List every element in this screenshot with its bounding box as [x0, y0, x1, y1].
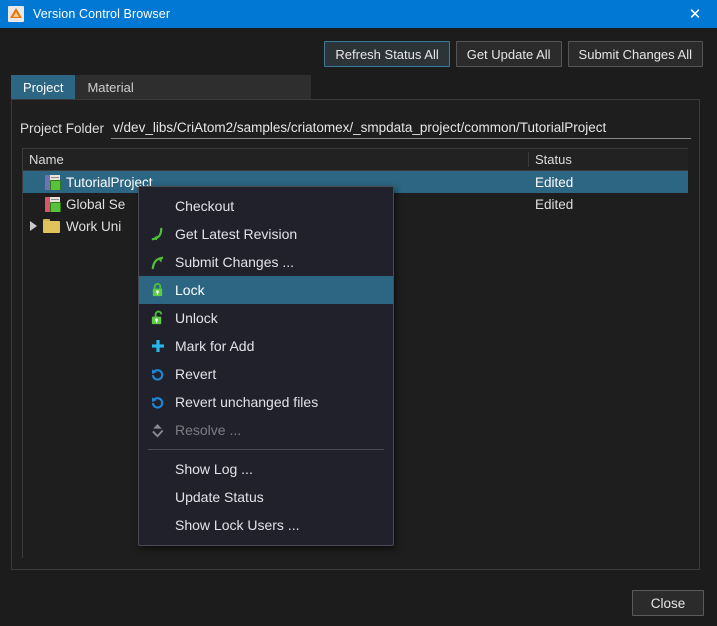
tab-material[interactable]: Material [75, 75, 146, 99]
lock-open-green-icon [147, 309, 168, 327]
menu-item-get-latest-revision[interactable]: Get Latest Revision [139, 220, 393, 248]
tree-header: Name Status [23, 149, 688, 171]
no-icon [147, 460, 168, 478]
menu-item-checkout[interactable]: Checkout [139, 192, 393, 220]
menu-item-label: Update Status [175, 489, 264, 505]
menu-item-label: Get Latest Revision [175, 226, 298, 242]
row-status-cell: Edited [535, 174, 574, 190]
no-icon [147, 197, 168, 215]
close-icon[interactable]: ✕ [673, 0, 717, 28]
window-title: Version Control Browser [33, 7, 171, 21]
resolve-grey-icon [147, 421, 168, 439]
menu-item-label: Unlock [175, 310, 218, 326]
menu-item-label: Show Log ... [175, 461, 253, 477]
menu-item-mark-for-add[interactable]: Mark for Add [139, 332, 393, 360]
get-update-all-button[interactable]: Get Update All [455, 41, 562, 67]
menu-item-revert[interactable]: Revert [139, 360, 393, 388]
revert-blue-icon [147, 365, 168, 383]
no-icon [147, 516, 168, 534]
tab-strip: Project Material [11, 75, 311, 99]
arrow-down-green-icon [147, 225, 168, 243]
menu-item-show-log[interactable]: Show Log ... [139, 455, 393, 483]
menu-item-show-lock-users[interactable]: Show Lock Users ... [139, 511, 393, 539]
menu-item-label: Submit Changes ... [175, 254, 295, 270]
menu-item-resolve: Resolve ... [139, 416, 393, 444]
context-menu: Checkout Get Latest Revision Submit Chan… [138, 186, 394, 546]
title-bar: Version Control Browser ✕ [0, 0, 717, 28]
close-button[interactable]: Close [632, 590, 704, 616]
column-header-status[interactable]: Status [529, 152, 688, 167]
menu-item-submit-changes[interactable]: Submit Changes ... [139, 248, 393, 276]
menu-item-revert-unchanged-files[interactable]: Revert unchanged files [139, 388, 393, 416]
lock-closed-green-icon [147, 281, 168, 299]
menu-item-lock[interactable]: Lock [139, 276, 393, 304]
project-folder-label: Project Folder [20, 120, 105, 136]
plus-cyan-icon [147, 337, 168, 355]
no-icon [147, 488, 168, 506]
settings-book-icon [45, 196, 61, 212]
menu-separator [148, 449, 384, 450]
expand-arrow-icon[interactable] [23, 221, 43, 231]
version-control-browser-window: Version Control Browser ✕ Refresh Status… [0, 0, 717, 626]
tab-strip-filler [145, 75, 311, 99]
row-name-label: Global Se [66, 196, 126, 212]
folder-icon [43, 219, 60, 233]
refresh-status-all-button[interactable]: Refresh Status All [324, 41, 450, 67]
menu-item-label: Revert unchanged files [175, 394, 319, 410]
menu-item-unlock[interactable]: Unlock [139, 304, 393, 332]
arrow-up-green-icon [147, 253, 168, 271]
menu-item-label: Lock [175, 282, 205, 298]
menu-item-label: Checkout [175, 198, 235, 214]
menu-item-update-status[interactable]: Update Status [139, 483, 393, 511]
submit-changes-all-button[interactable]: Submit Changes All [567, 41, 703, 67]
row-name-label: Work Uni [66, 218, 122, 234]
criware-triangle-icon [8, 6, 24, 22]
project-book-icon [45, 174, 61, 190]
column-header-name[interactable]: Name [23, 152, 529, 167]
menu-item-label: Show Lock Users ... [175, 517, 300, 533]
revert-blue-icon [147, 393, 168, 411]
toolbar: Refresh Status All Get Update All Submit… [324, 41, 703, 67]
project-folder-row: Project Folder [11, 115, 691, 141]
menu-item-label: Resolve ... [175, 422, 242, 438]
project-folder-input[interactable] [111, 117, 691, 139]
menu-item-label: Revert [175, 366, 217, 382]
menu-item-label: Mark for Add [175, 338, 255, 354]
row-status-cell: Edited [535, 196, 574, 212]
tab-project[interactable]: Project [11, 75, 76, 99]
